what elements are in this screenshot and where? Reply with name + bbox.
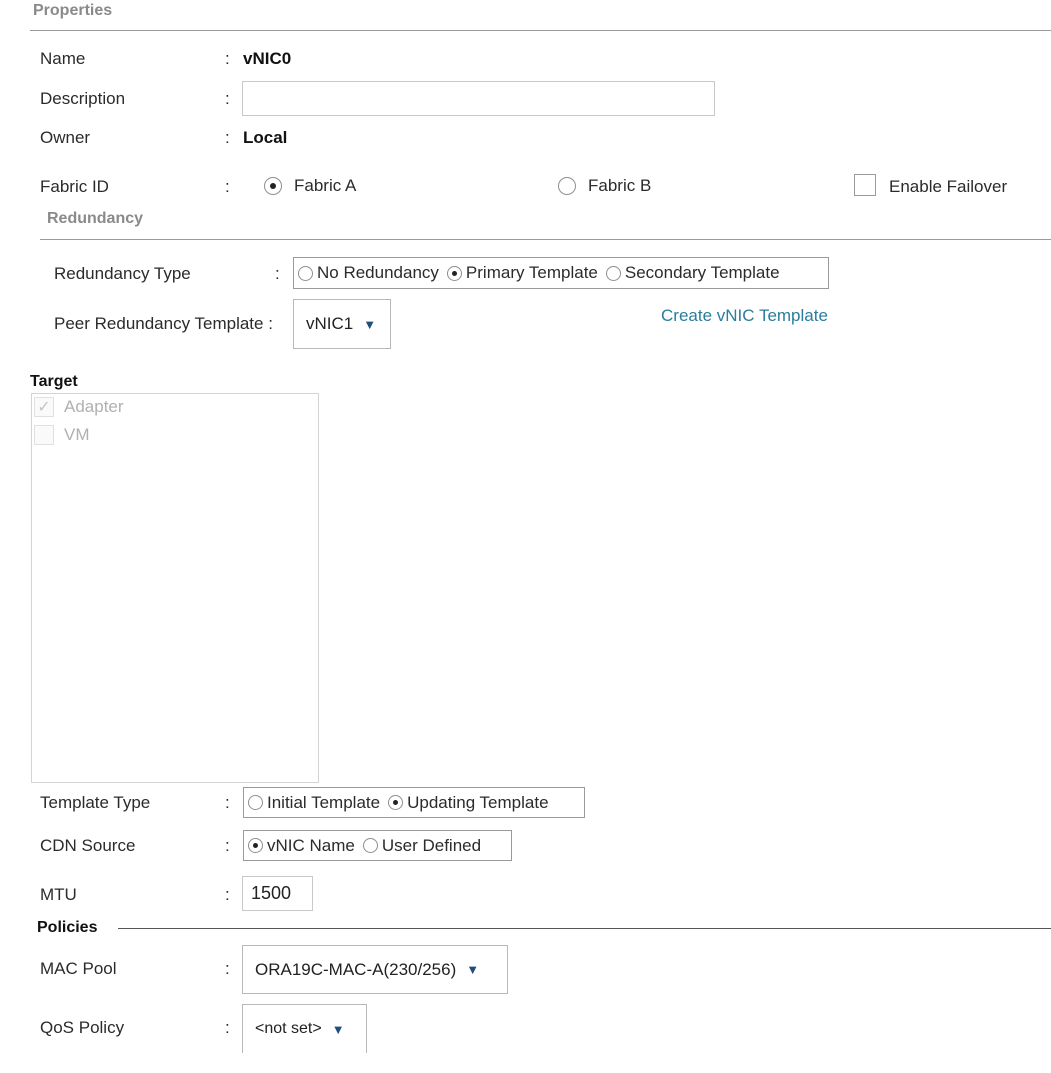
updating-template-option[interactable]: Updating Template bbox=[388, 792, 549, 813]
secondary-template-label: Secondary Template bbox=[624, 263, 780, 282]
template-type-group: Initial Template Updating Template bbox=[243, 787, 585, 818]
mac-pool-select[interactable]: ORA19C-MAC-A(230/256) ▼ bbox=[242, 945, 508, 994]
name-label: Name bbox=[40, 49, 86, 68]
fabric-b-option[interactable]: Fabric B bbox=[558, 176, 651, 196]
target-list bbox=[31, 393, 319, 783]
mtu-input[interactable]: 1500 bbox=[242, 876, 313, 911]
cdn-source-colon: : bbox=[225, 836, 230, 855]
peer-redundancy-label: Peer Redundancy Template : bbox=[54, 314, 273, 333]
redundancy-type-label: Redundancy Type bbox=[54, 264, 191, 283]
redundancy-type-group: No Redundancy Primary Template Secondary… bbox=[293, 257, 829, 289]
enable-failover-label: Enable Failover bbox=[889, 177, 1008, 196]
initial-template-label: Initial Template bbox=[267, 792, 381, 812]
primary-template-option[interactable]: Primary Template bbox=[446, 263, 598, 283]
name-colon: : bbox=[225, 49, 230, 68]
enable-failover-checkbox[interactable] bbox=[854, 174, 876, 196]
redundancy-divider bbox=[40, 239, 1051, 240]
primary-template-label: Primary Template bbox=[465, 263, 598, 282]
user-defined-radio[interactable] bbox=[362, 838, 378, 853]
checkmark-icon: ✓ bbox=[34, 397, 54, 417]
owner-value: Local bbox=[243, 128, 288, 147]
user-defined-option[interactable]: User Defined bbox=[362, 835, 482, 856]
qos-policy-colon: : bbox=[225, 1018, 230, 1037]
peer-redundancy-value: vNIC1 bbox=[306, 314, 354, 333]
description-label: Description bbox=[40, 89, 126, 108]
cdn-source-group: vNIC Name User Defined bbox=[243, 830, 512, 861]
initial-template-option[interactable]: Initial Template bbox=[248, 793, 380, 813]
target-header: Target bbox=[30, 373, 78, 390]
template-type-colon: : bbox=[225, 793, 230, 812]
fabric-b-label: Fabric B bbox=[588, 176, 652, 195]
mtu-label: MTU bbox=[40, 885, 77, 904]
peer-redundancy-select[interactable]: vNIC1 ▼ bbox=[293, 299, 391, 349]
mac-pool-value: ORA19C-MAC-A(230/256) bbox=[255, 959, 457, 979]
description-colon: : bbox=[225, 89, 230, 108]
vnic-name-option[interactable]: vNIC Name bbox=[248, 836, 355, 856]
vnic-name-radio[interactable] bbox=[248, 838, 263, 853]
qos-policy-value: <not set> bbox=[255, 1020, 322, 1037]
cdn-source-label: CDN Source bbox=[40, 836, 136, 855]
target-adapter-label: Adapter bbox=[64, 397, 124, 416]
policies-divider bbox=[118, 928, 1051, 929]
template-type-label: Template Type bbox=[40, 793, 151, 812]
owner-colon: : bbox=[225, 128, 230, 147]
updating-template-radio[interactable] bbox=[388, 795, 404, 810]
caret-down-icon: ▼ bbox=[466, 962, 480, 977]
no-redundancy-radio[interactable] bbox=[298, 265, 313, 281]
properties-divider bbox=[30, 30, 1051, 31]
mac-pool-colon: : bbox=[225, 959, 230, 978]
vnic-name-label: vNIC Name bbox=[267, 835, 355, 855]
target-vm-label: VM bbox=[64, 425, 90, 444]
caret-down-icon: ▼ bbox=[363, 316, 377, 332]
qos-policy-select[interactable]: <not set> ▼ bbox=[242, 1004, 367, 1053]
fabric-a-radio[interactable] bbox=[264, 177, 282, 195]
fabric-a-label: Fabric A bbox=[294, 176, 357, 195]
properties-header: Properties bbox=[33, 2, 113, 19]
mtu-colon: : bbox=[225, 885, 230, 904]
name-value: vNIC0 bbox=[243, 49, 292, 68]
create-vnic-template-link[interactable]: Create vNIC Template bbox=[661, 306, 828, 326]
user-defined-label: User Defined bbox=[381, 835, 482, 855]
redundancy-header: Redundancy bbox=[47, 210, 144, 227]
secondary-template-radio[interactable] bbox=[605, 265, 621, 281]
target-item-adapter: ✓ Adapter bbox=[34, 397, 124, 417]
policies-header: Policies bbox=[37, 919, 98, 936]
target-item-vm: VM bbox=[34, 425, 90, 445]
primary-template-radio[interactable] bbox=[446, 265, 462, 281]
fabric-id-colon: : bbox=[225, 177, 230, 196]
owner-label: Owner bbox=[40, 128, 91, 147]
fabric-b-radio[interactable] bbox=[558, 177, 576, 195]
initial-template-radio[interactable] bbox=[248, 795, 263, 810]
no-redundancy-option[interactable]: No Redundancy bbox=[298, 263, 439, 283]
no-redundancy-label: No Redundancy bbox=[317, 263, 439, 282]
mac-pool-label: MAC Pool bbox=[40, 959, 117, 978]
description-input[interactable] bbox=[242, 81, 715, 116]
secondary-template-option[interactable]: Secondary Template bbox=[605, 263, 780, 283]
fabric-a-option[interactable]: Fabric A bbox=[264, 176, 356, 196]
fabric-id-label: Fabric ID bbox=[40, 177, 109, 196]
target-vm-checkbox bbox=[34, 425, 54, 445]
updating-template-label: Updating Template bbox=[407, 792, 549, 812]
caret-down-icon: ▼ bbox=[331, 1021, 345, 1037]
qos-policy-label: QoS Policy bbox=[40, 1018, 125, 1037]
redundancy-type-colon: : bbox=[275, 264, 280, 283]
